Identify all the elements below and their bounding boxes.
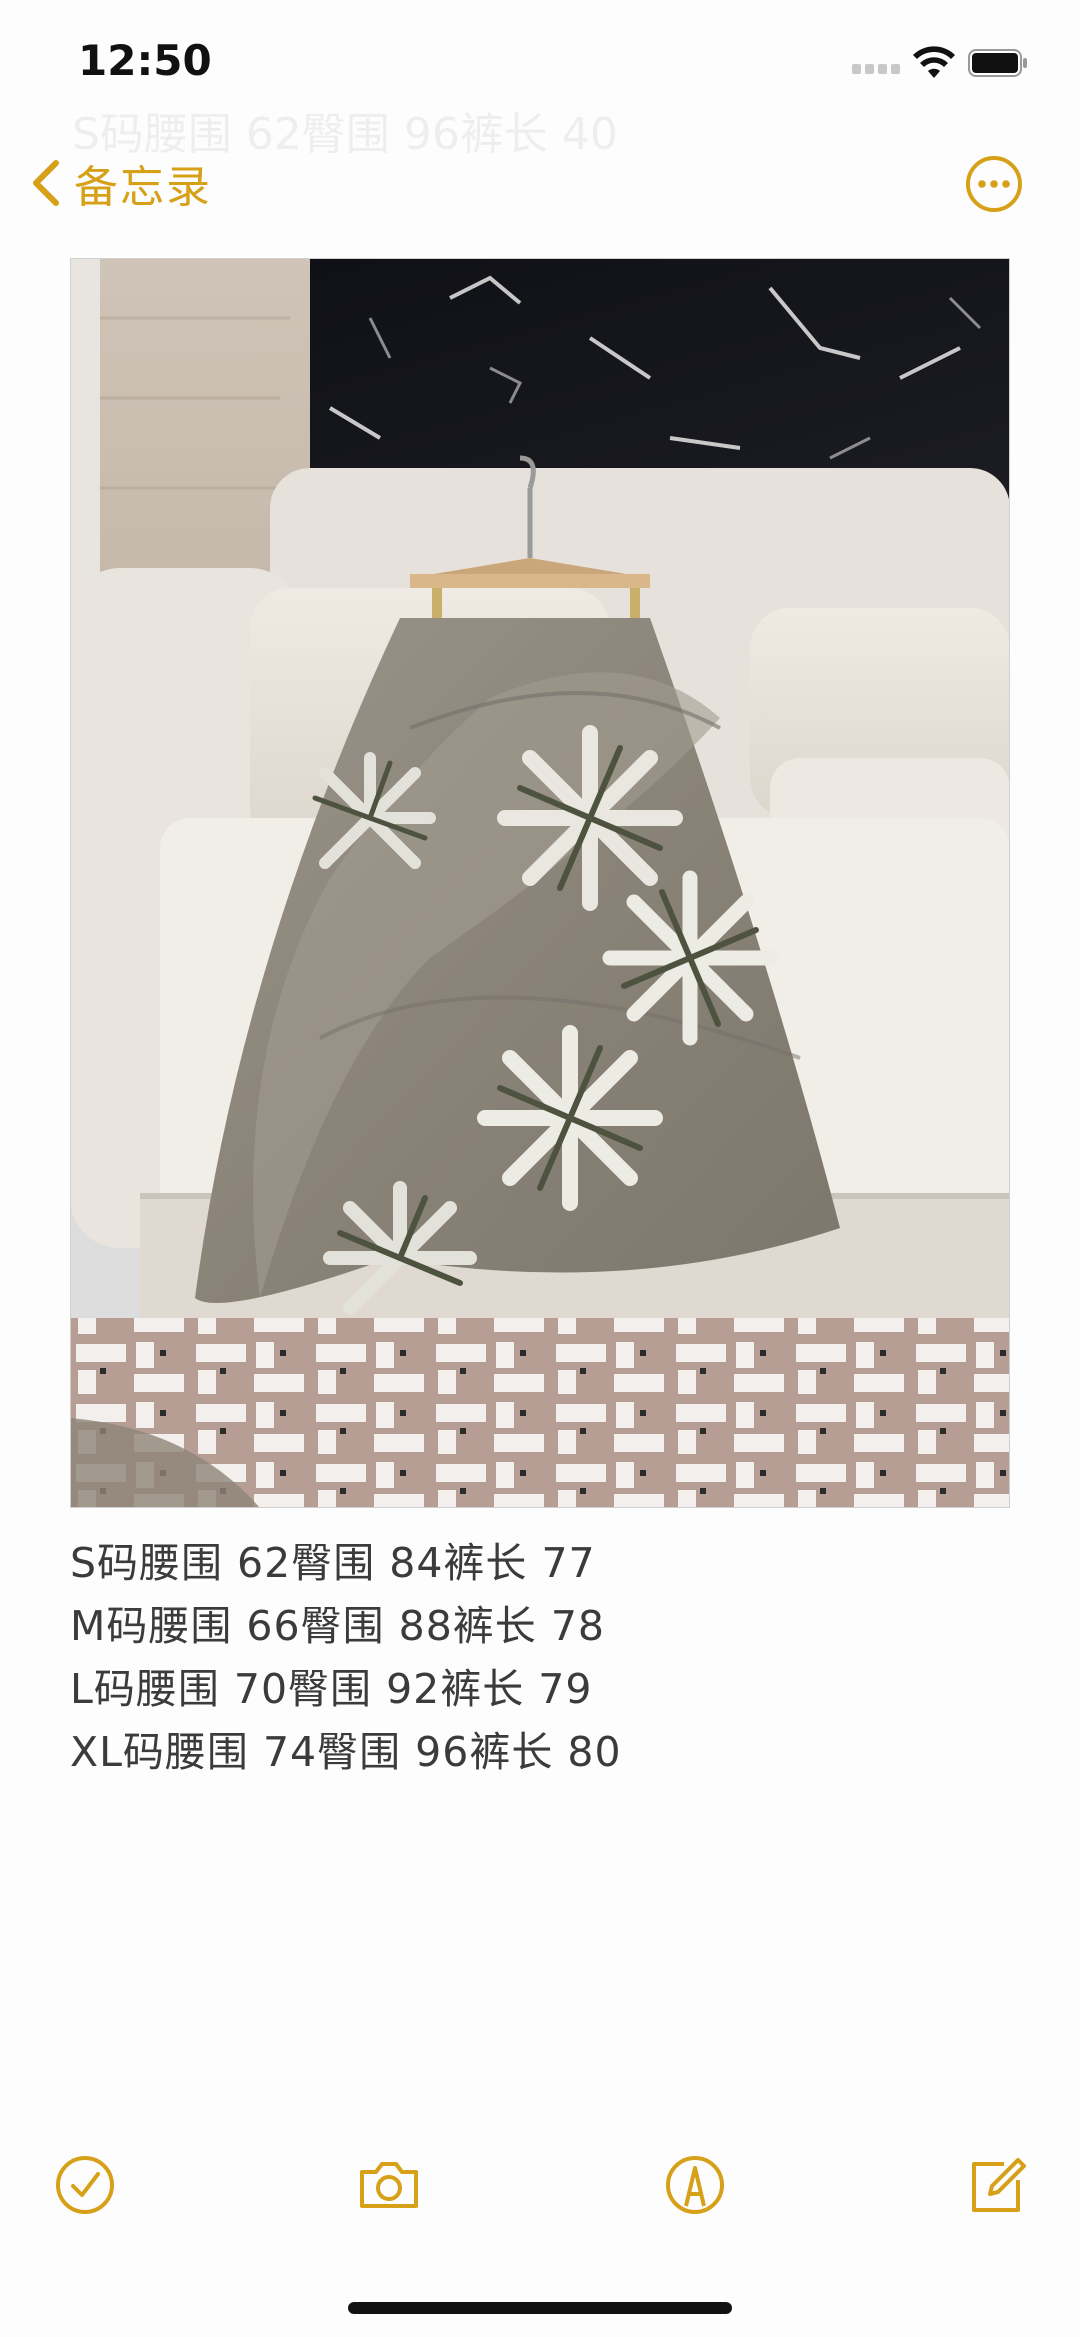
status-bar: 12:50	[0, 0, 1080, 130]
note-line: XL码腰围 74臀围 96裤长 80	[70, 1728, 622, 1776]
note-line: M码腰围 66臀围 88裤长 78	[70, 1602, 605, 1650]
compose-icon[interactable]	[962, 2150, 1032, 2220]
ellipsis-circle-icon[interactable]	[965, 155, 1023, 213]
markup-icon[interactable]	[660, 2150, 730, 2220]
bottom-toolbar	[0, 2150, 1080, 2230]
battery-icon	[968, 49, 1027, 77]
notes-screen: S码腰围 62臀围 96裤长 40 M码腰围 64臀围 100裤长 42 L码腰…	[0, 0, 1080, 2337]
back-label: 备忘录	[74, 162, 212, 213]
camera-icon[interactable]	[354, 2150, 424, 2220]
home-indicator[interactable]	[348, 2302, 732, 2314]
cellular-signal-icon	[852, 62, 904, 74]
note-line: S码腰围 62臀围 84裤长 77	[70, 1539, 596, 1587]
chevron-left-icon	[33, 160, 59, 206]
note-line: L码腰围 70臀围 92裤长 79	[70, 1665, 593, 1713]
back-button[interactable]: 备忘录	[28, 150, 212, 216]
skirt-photo[interactable]	[70, 258, 1010, 1508]
note-body[interactable]: S码腰围 62臀围 84裤长 77 M码腰围 66臀围 88裤长 78 L码腰围…	[70, 1532, 1010, 1784]
status-time: 12:50	[78, 36, 212, 85]
wifi-icon	[913, 46, 955, 78]
checklist-icon[interactable]	[50, 2150, 120, 2220]
